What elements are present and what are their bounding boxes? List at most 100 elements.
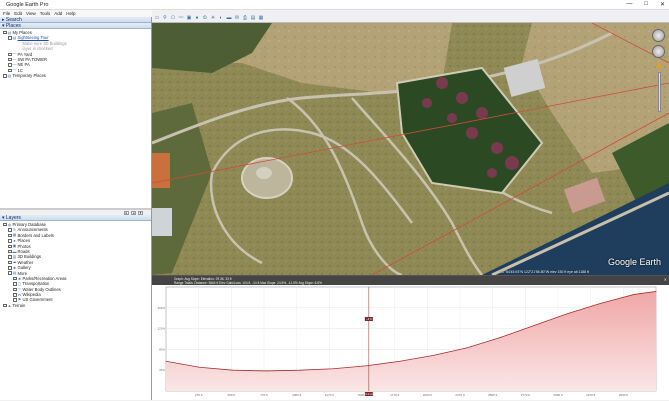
x-tick-label: 2270 ft: [455, 393, 464, 397]
window-title: Google Earth Pro: [6, 1, 49, 8]
folder-icon: ▤: [7, 72, 12, 78]
menu-file[interactable]: File: [3, 11, 10, 16]
layers-checkbox[interactable]: [8, 249, 12, 254]
sidebar-toggle-icon[interactable]: ▭: [154, 15, 160, 21]
profile-stats-line-2: Range Totals: Distance: 3664 ft Elev Gai…: [174, 280, 322, 285]
planets-icon[interactable]: ◐: [218, 15, 224, 21]
elevation-point: [165, 360, 167, 362]
map-view[interactable]: ♟ 37°54'45.93"N 122°21'56.80"W elev 150 …: [152, 23, 669, 275]
layers-checkbox[interactable]: [8, 228, 12, 232]
menu-edit[interactable]: Edit: [14, 11, 22, 16]
layers-item[interactable]: ▲ Terrain: [3, 303, 151, 308]
compass-ring[interactable]: [652, 29, 665, 42]
places-tool-2[interactable]: ◂: [131, 210, 136, 215]
places-item[interactable]: ▤ Temporary Places: [3, 73, 151, 78]
places-header-label: Places: [5, 22, 21, 29]
menu-add[interactable]: Add: [54, 11, 62, 16]
elevation-point: [600, 302, 602, 304]
overlay-icon[interactable]: ▣: [186, 15, 192, 21]
elevation-point: [299, 369, 301, 371]
terrain-icon: ▲: [7, 302, 12, 308]
y-tick-label: 80 ft: [159, 347, 165, 351]
layers-checkbox[interactable]: [13, 276, 17, 281]
places-checkbox[interactable]: [8, 57, 12, 62]
folder-icon: ▤: [12, 270, 17, 276]
path-icon: 〰: [12, 67, 17, 73]
tour-icon[interactable]: ●: [194, 15, 200, 21]
places-tool-1[interactable]: ▸: [124, 210, 129, 215]
profile-stats: Graph: Avg Slope: Elevation: 29.36, 33 f…: [152, 276, 669, 285]
polygon-icon[interactable]: ⬠: [170, 15, 176, 21]
elevation-point: [399, 360, 401, 362]
layers-checkbox[interactable]: [8, 239, 12, 243]
folder-icon: ▤: [7, 29, 12, 35]
menu-tools[interactable]: Tools: [40, 11, 51, 16]
path-icon[interactable]: 〰: [178, 15, 184, 21]
places-tool-3[interactable]: ▾: [138, 210, 143, 215]
elevation-point: [232, 369, 234, 371]
x-tick-label: 270 ft: [195, 393, 203, 397]
sidebar: ▸ Search ▾ Places ▤ My Places ▤ Sightseeing…: [0, 17, 152, 400]
zoom-slider[interactable]: [657, 72, 661, 112]
layers-checkbox[interactable]: [8, 233, 12, 238]
folder-icon: ▤: [12, 35, 17, 41]
y-tick-label: 160 ft: [157, 306, 165, 310]
menu-help[interactable]: Help: [66, 11, 75, 16]
places-checkbox[interactable]: [8, 63, 12, 67]
elevation-point: [466, 347, 468, 349]
places-checkbox[interactable]: [8, 68, 12, 73]
cursor-bottom-label: 0.4 mi: [365, 392, 372, 396]
maximize-button[interactable]: □: [644, 1, 648, 8]
layers-checkbox[interactable]: [8, 244, 12, 248]
x-tick-label: 3270 ft: [586, 393, 595, 397]
placemark-icon[interactable]: ⚲: [162, 15, 168, 21]
look-joystick[interactable]: [652, 45, 665, 58]
x-tick-label: 770 ft: [260, 393, 268, 397]
elevation-point: [332, 368, 334, 370]
layers-checkbox[interactable]: [13, 293, 17, 297]
close-button[interactable]: ✕: [660, 1, 665, 8]
minimize-button[interactable]: —: [626, 1, 632, 8]
map-status-bar: 37°54'45.93"N 122°21'56.80"W elev 150 ft…: [500, 270, 589, 274]
places-item-label: Temporary Places: [12, 73, 47, 79]
layers-header-label: Layers: [5, 214, 21, 221]
border-icon: ▦: [12, 232, 17, 238]
layers-checkbox[interactable]: [8, 260, 12, 265]
save-image-icon[interactable]: ▤: [250, 15, 256, 21]
menu-view[interactable]: View: [26, 11, 36, 16]
menu-bar: File Edit View Tools Add Help: [0, 10, 152, 17]
layers-checkbox[interactable]: [8, 266, 12, 270]
history-icon[interactable]: ⏲: [202, 15, 208, 21]
flag-icon: ⚑: [17, 297, 22, 303]
street-view-pegman-icon[interactable]: ♟: [655, 61, 663, 70]
gallery-icon: ◈: [12, 264, 17, 270]
pin-icon: ●: [13, 237, 16, 243]
places-checkbox[interactable]: [8, 52, 12, 56]
elevation-point: [633, 294, 635, 295]
summit-top: [256, 167, 272, 179]
layers-checkbox[interactable]: [8, 255, 12, 259]
y-tick-label: 120 ft: [157, 327, 165, 331]
main-toolbar: ▭ ⚲ ⬠ 〰 ▣ ● ⏲ ☀ ◐ ▬ ✉ ⎙ ▤ ▦: [152, 14, 669, 23]
sun-icon[interactable]: ☀: [210, 15, 216, 21]
ruler-icon[interactable]: ▬: [226, 15, 232, 21]
layers-checkbox[interactable]: [13, 287, 17, 292]
maps-icon[interactable]: ▦: [258, 15, 264, 21]
places-checkbox[interactable]: [8, 36, 12, 40]
print-icon[interactable]: ⎙: [242, 15, 248, 21]
layers-checkbox[interactable]: [3, 303, 7, 308]
places-checkbox[interactable]: [3, 30, 7, 35]
layers-checkbox[interactable]: [13, 282, 17, 286]
layers-checkbox[interactable]: [3, 222, 7, 227]
places-checkbox[interactable]: [3, 74, 7, 78]
x-tick-label: 2500 ft: [488, 393, 497, 397]
path-icon: 〰: [12, 62, 17, 68]
x-tick-label: 3500 ft: [619, 393, 628, 397]
profile-close-button[interactable]: ✕: [664, 277, 667, 282]
email-icon[interactable]: ✉: [234, 15, 240, 21]
elevation-profile[interactable]: Graph: Avg Slope: Elevation: 29.36, 33 f…: [152, 275, 669, 400]
cursor-top-label: ~6 ft: [366, 317, 371, 321]
layers-checkbox[interactable]: [13, 298, 17, 302]
elevation-chart[interactable]: 160 ft 120 ft 80 ft 40 ft 270 ft 500 ft 770 ft…: [152, 285, 669, 401]
layers-checkbox[interactable]: [8, 271, 12, 275]
